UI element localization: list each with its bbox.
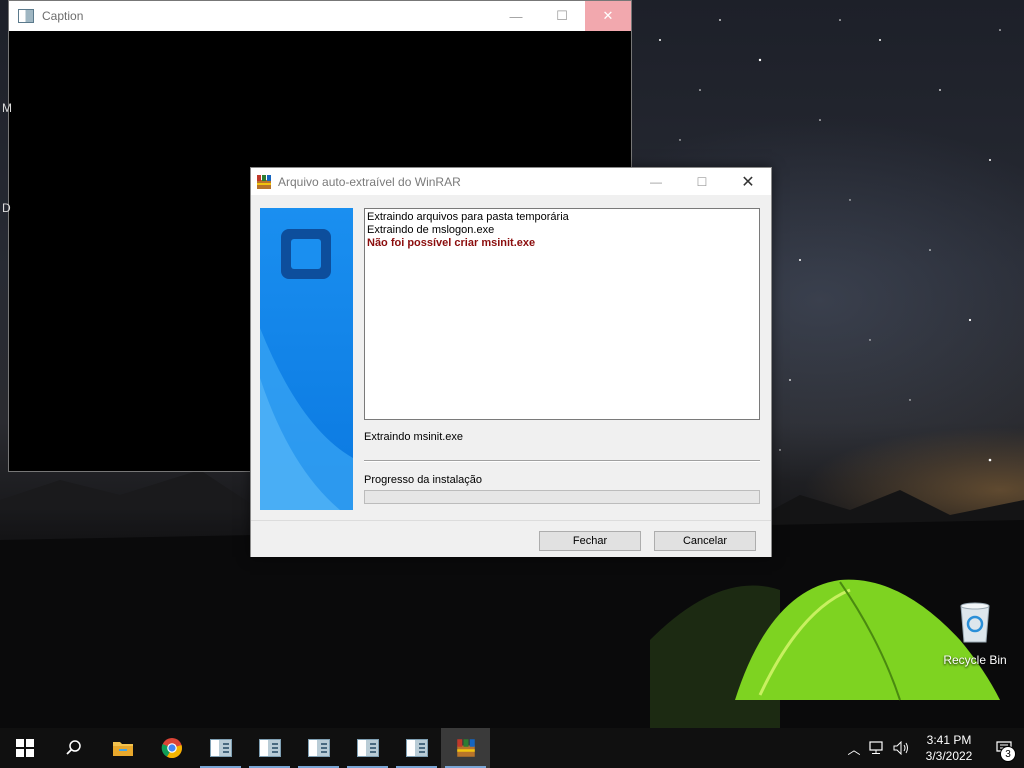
search-icon xyxy=(65,740,81,755)
dialog-minimize-button[interactable]: — xyxy=(633,168,679,195)
winrar-sfx-dialog[interactable]: Arquivo auto-extraível do WinRAR — ☐ ✕ E… xyxy=(250,167,772,557)
chrome-icon xyxy=(161,738,182,759)
windows-start-icon xyxy=(15,739,34,757)
console-letter: M xyxy=(2,101,12,115)
action-center-button[interactable]: 3 xyxy=(984,728,1024,768)
app-window-icon xyxy=(209,739,232,757)
close-button[interactable]: ✕ xyxy=(585,1,631,31)
winrar-icon xyxy=(456,739,475,757)
system-tray: ︿ 3:41 PM 3/3/2022 3 xyxy=(842,728,1024,768)
close-icon: ✕ xyxy=(602,8,614,23)
taskbar: ︿ 3:41 PM 3/3/2022 3 xyxy=(0,728,1024,768)
console-letter: D xyxy=(2,201,11,215)
dialog-close-button[interactable]: ✕ xyxy=(725,168,771,195)
clock-time: 3:41 PM xyxy=(926,733,972,747)
taskbar-app-window[interactable] xyxy=(196,728,245,768)
log-line: Extraindo de mslogon.exe xyxy=(367,224,495,236)
extraction-status: Extraindo msinit.exe xyxy=(364,431,464,443)
search-button[interactable] xyxy=(49,728,98,768)
clock-date: 3/3/2022 xyxy=(925,749,973,763)
volume-icon[interactable] xyxy=(890,741,914,755)
log-line: Extraindo arquivos para pasta temporária xyxy=(367,211,569,223)
network-icon[interactable] xyxy=(866,741,890,755)
winrar-icon xyxy=(257,174,271,189)
taskbar-file-explorer[interactable] xyxy=(98,728,147,768)
folder-icon xyxy=(112,742,133,756)
minimize-icon: — xyxy=(509,8,523,24)
maximize-icon: ☐ xyxy=(556,8,568,23)
taskbar-chrome[interactable] xyxy=(147,728,196,768)
taskbar-app-window[interactable] xyxy=(245,728,294,768)
notification-count-badge: 3 xyxy=(1000,746,1016,762)
recycle-bin-label: Recycle Bin xyxy=(943,653,1007,667)
console-text-fragments: M D xyxy=(2,58,12,258)
winrar-banner-image xyxy=(260,208,353,510)
minimize-icon: — xyxy=(650,174,662,189)
chevron-up-icon[interactable]: ︿ xyxy=(842,739,866,758)
maximize-icon: ☐ xyxy=(696,174,708,189)
progress-label: Progresso da instalação xyxy=(364,474,483,486)
dialog-titlebar[interactable]: Arquivo auto-extraível do WinRAR — ☐ ✕ xyxy=(251,168,771,195)
app-window-icon xyxy=(258,739,281,757)
log-error-line: Não foi possível criar msinit.exe xyxy=(367,237,536,249)
taskbar-winrar[interactable] xyxy=(441,728,490,768)
app-window-icon xyxy=(356,739,379,757)
clock[interactable]: 3:41 PM 3/3/2022 xyxy=(914,732,984,764)
cancel-button[interactable]: Cancelar xyxy=(654,531,756,551)
caption-window-title: Caption xyxy=(42,9,84,23)
app-window-icon xyxy=(405,739,428,757)
caption-titlebar[interactable]: Caption — ☐ ✕ xyxy=(9,1,631,31)
extraction-log[interactable]: Extraindo arquivos para pasta temporária… xyxy=(364,208,760,420)
installation-progress-bar xyxy=(364,490,760,504)
taskbar-app-window[interactable] xyxy=(343,728,392,768)
app-window-icon xyxy=(307,739,330,757)
divider xyxy=(364,460,760,462)
dialog-maximize-button: ☐ xyxy=(679,168,725,195)
dialog-title: Arquivo auto-extraível do WinRAR xyxy=(278,174,461,189)
minimize-button[interactable]: — xyxy=(493,1,539,31)
start-button[interactable] xyxy=(0,728,49,768)
taskbar-app-window[interactable] xyxy=(294,728,343,768)
close-icon: ✕ xyxy=(741,173,755,191)
close-dialog-button[interactable]: Fechar xyxy=(539,531,641,551)
dialog-footer: Fechar Cancelar xyxy=(251,520,771,557)
recycle-bin-icon xyxy=(960,602,990,643)
recycle-bin-shortcut[interactable]: Recycle Bin xyxy=(940,600,1010,667)
maximize-button[interactable]: ☐ xyxy=(539,1,585,31)
app-window-icon xyxy=(18,9,34,23)
taskbar-app-window[interactable] xyxy=(392,728,441,768)
